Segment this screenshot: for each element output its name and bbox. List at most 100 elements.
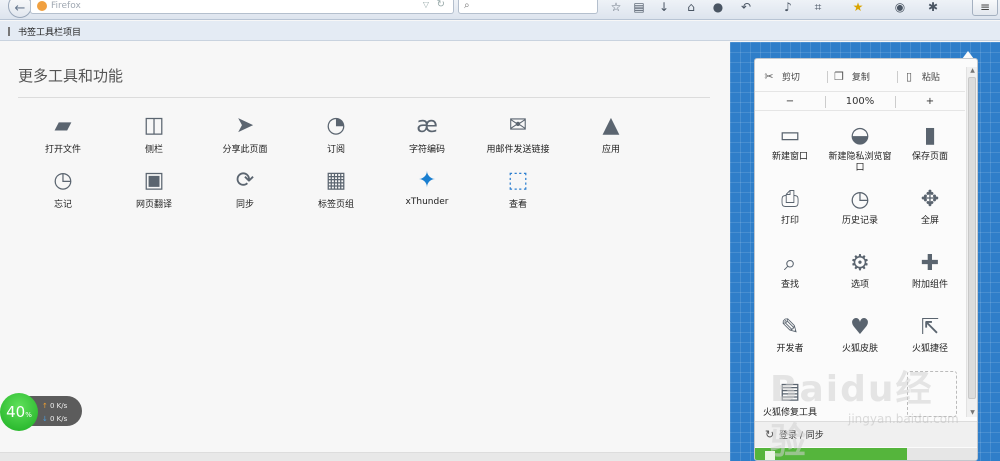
edit-separator — [827, 71, 828, 83]
download-arrow-icon: ↓ — [42, 415, 48, 423]
sidebar-icon: ◫ — [143, 113, 165, 138]
scissors-icon: ✂ — [764, 70, 774, 83]
scroll-thumb[interactable] — [968, 77, 976, 399]
cut-button[interactable]: ✂ 剪切 — [759, 67, 829, 87]
share-icon: ➤ — [235, 113, 255, 138]
tool-tab-groups[interactable]: ▦ 标签页组 — [291, 167, 381, 210]
speech-icon[interactable]: ◉ — [892, 0, 908, 15]
themes-button[interactable]: ♥ 火狐皮肤 — [825, 313, 895, 355]
bookmarks-toolbar: 书签工具栏项目 — [0, 21, 1000, 41]
edit-controls: ✂ 剪切 ❐ 复制 ▯ 粘贴 — [755, 67, 965, 87]
developer-wrench-icon: ✎ — [780, 315, 800, 340]
rss-icon: ◔ — [326, 113, 346, 138]
tool-forget[interactable]: ◷ 忘记 — [18, 167, 108, 210]
folder-icon: ▰ — [54, 113, 72, 138]
copy-button[interactable]: ❐ 复制 — [829, 67, 899, 87]
inspect-icon: ⬚ — [507, 168, 529, 193]
tool-open-file[interactable]: ▰ 打开文件 — [18, 112, 108, 155]
speed-percent-circle: 40% — [0, 393, 38, 431]
url-bar[interactable]: Firefox ▽ ↻ — [30, 0, 454, 14]
watermark-text: Baidu经验 — [770, 369, 934, 461]
hamburger-menu-icon[interactable]: ≡ — [972, 0, 998, 16]
rocket-icon: ▲ — [602, 113, 620, 138]
tool-inspect[interactable]: ⬚ 查看 — [473, 167, 563, 210]
save-page-icon: ▮ — [923, 123, 937, 148]
tool-share-page[interactable]: ➤ 分享此页面 — [200, 112, 290, 155]
download-icon[interactable]: ↓ — [656, 0, 672, 15]
paste-button[interactable]: ▯ 粘贴 — [899, 67, 969, 87]
save-page-button[interactable]: ▮ 保存页面 — [895, 121, 965, 163]
private-mask-icon: ◒ — [850, 123, 870, 148]
url-placeholder: Firefox — [51, 1, 81, 11]
baidu-watermark: Baidu经验 jingyan.baidu.com — [770, 360, 970, 461]
tab-groups-icon: ▦ — [325, 168, 347, 193]
options-gear-icon: ⚙ — [850, 251, 870, 276]
print-icon: ⎙ — [781, 187, 799, 212]
tool-subscribe[interactable]: ◔ 订阅 — [291, 112, 381, 155]
search-bar[interactable]: ⌕ — [458, 0, 598, 14]
sync-icon: ⟳ — [235, 168, 255, 193]
tool-xthunder[interactable]: ✦ xThunder — [382, 167, 472, 207]
url-dropdown-icon[interactable]: ▽ — [423, 0, 429, 9]
tool-character-encoding[interactable]: æ 字符编码 — [382, 112, 472, 155]
private-window-button[interactable]: ◒ 新建隐私浏览窗口 — [825, 121, 895, 174]
volume-icon[interactable]: ♪ — [780, 0, 796, 15]
zoom-in-button[interactable]: + — [895, 92, 965, 112]
navigation-toolbar: ← Firefox ▽ ↻ ⌕ ☆ ▤ ↓ ⌂ ● ↶ ♪ ⌗ ★ ◉ ✱ ≡ — [0, 0, 1000, 20]
bookmark-toolbar-icon — [8, 27, 16, 36]
addons-button[interactable]: ✚ 附加组件 — [895, 249, 965, 291]
back-arrow-icon: ← — [14, 1, 26, 16]
fullscreen-icon: ✥ — [920, 187, 940, 212]
fullscreen-button[interactable]: ✥ 全屏 — [895, 185, 965, 227]
bookmark-star-icon[interactable]: ★ — [850, 0, 866, 15]
tool-sidebar[interactable]: ◫ 侧栏 — [109, 112, 199, 155]
tool-apps[interactable]: ▲ 应用 — [566, 112, 656, 155]
upload-speed: ↑ 0 K/s — [42, 402, 68, 410]
forget-icon: ◷ — [53, 168, 73, 193]
firefox-icon — [37, 1, 47, 11]
home-icon[interactable]: ⌂ — [683, 0, 699, 15]
bookmarks-toolbar-items[interactable]: 书签工具栏项目 — [8, 25, 81, 38]
zoom-out-button[interactable]: − — [755, 92, 825, 112]
new-window-icon: ▭ — [779, 123, 801, 148]
network-speed-widget[interactable]: 40% ↑ 0 K/s ↓ 0 K/s — [0, 393, 84, 431]
reload-icon[interactable]: ↻ — [437, 0, 445, 10]
sparkle-icon[interactable]: ✱ — [925, 0, 941, 15]
download-speed: ↓ 0 K/s — [42, 415, 68, 423]
reading-list-icon[interactable]: ▤ — [631, 0, 647, 15]
star-icon[interactable]: ☆ — [608, 0, 624, 15]
options-button[interactable]: ⚙ 选项 — [825, 249, 895, 291]
find-button[interactable]: ⌕ 查找 — [755, 249, 825, 291]
copy-icon: ❐ — [834, 70, 844, 83]
shortcut-button[interactable]: ⇱ 火狐捷径 — [895, 313, 965, 355]
mail-icon: ✉ — [508, 113, 528, 138]
zoom-controls: − 100% + — [755, 91, 965, 111]
edit-separator — [897, 71, 898, 83]
history-clock-icon: ◷ — [850, 187, 870, 212]
undo-icon[interactable]: ↶ — [738, 0, 754, 15]
developer-button[interactable]: ✎ 开发者 — [755, 313, 825, 355]
watermark-url: jingyan.baidu.com — [848, 412, 959, 426]
translate-icon: ▣ — [143, 168, 165, 193]
encoding-icon: æ — [416, 113, 438, 138]
scroll-up-icon[interactable]: ▲ — [968, 67, 977, 74]
clipboard-icon: ▯ — [905, 70, 913, 83]
palette-footer — [0, 452, 730, 461]
addons-puzzle-icon: ✚ — [920, 251, 940, 276]
upload-arrow-icon: ↑ — [42, 402, 48, 410]
chat-icon[interactable]: ● — [710, 0, 726, 15]
crop-icon[interactable]: ⌗ — [810, 0, 826, 15]
search-icon: ⌕ — [464, 0, 470, 11]
history-button[interactable]: ◷ 历史记录 — [825, 185, 895, 227]
new-window-button[interactable]: ▭ 新建窗口 — [755, 121, 825, 163]
tool-email-link[interactable]: ✉ 用邮件发送链接 — [473, 112, 563, 155]
zoom-reset-button[interactable]: 100% — [825, 92, 895, 112]
back-button[interactable]: ← — [8, 0, 32, 18]
xthunder-icon: ✦ — [417, 168, 437, 193]
themes-shirt-icon: ♥ — [850, 315, 870, 340]
tool-translate[interactable]: ▣ 网页翻译 — [109, 167, 199, 210]
bookmarks-label: 书签工具栏项目 — [18, 28, 82, 38]
palette-title: 更多工具和功能 — [18, 67, 124, 85]
tool-sync[interactable]: ⟳ 同步 — [200, 167, 290, 210]
print-button[interactable]: ⎙ 打印 — [755, 185, 825, 227]
